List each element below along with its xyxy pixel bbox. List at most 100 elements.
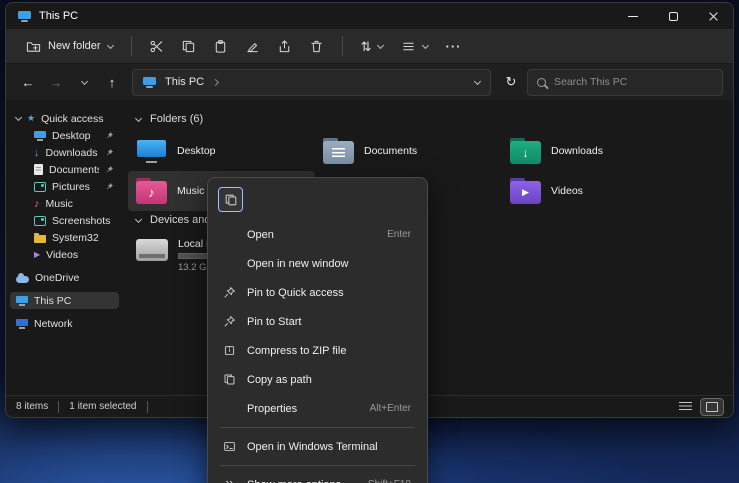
menu-item-compress-to-zip[interactable]: Compress to ZIP file	[214, 336, 421, 365]
breadcrumb[interactable]: This PC	[132, 69, 491, 96]
menu-item-open-in-windows-terminal[interactable]: Open in Windows Terminal	[214, 432, 421, 461]
see-more-button[interactable]: ···	[438, 33, 468, 59]
more-icon: ···	[445, 39, 461, 54]
search-input[interactable]	[554, 76, 713, 88]
chevron-down-icon	[80, 77, 87, 84]
rename-button[interactable]	[238, 33, 268, 59]
close-icon	[708, 11, 719, 22]
menu-icon-slot	[222, 401, 237, 416]
copy-button[interactable]	[174, 33, 204, 59]
search-icon	[537, 78, 546, 87]
sort-button[interactable]: ⇅	[353, 35, 392, 58]
pin-icon	[105, 131, 114, 140]
menu-separator	[220, 465, 415, 466]
sidebar-item-music[interactable]: ♪ Music	[10, 195, 119, 212]
sidebar-item-this-pc[interactable]: This PC	[10, 292, 119, 309]
chevron-down-icon	[377, 41, 384, 48]
sidebar-item-downloads[interactable]: ↓ Downloads	[10, 144, 119, 161]
breadcrumb-location[interactable]: This PC	[165, 76, 204, 88]
menu-item-pin-to-quick-access[interactable]: Pin to Quick access	[214, 278, 421, 307]
details-view-button[interactable]	[674, 399, 697, 415]
network-icon	[16, 319, 28, 329]
maximize-button[interactable]	[653, 3, 693, 29]
folders-header-label: Folders (6)	[150, 113, 203, 125]
minimize-button[interactable]	[613, 3, 653, 29]
delete-button[interactable]	[302, 33, 332, 59]
sidebar-item-onedrive[interactable]: OneDrive	[10, 269, 119, 286]
menu-item-open[interactable]: Open Enter	[214, 220, 421, 249]
menu-item-properties[interactable]: Properties Alt+Enter	[214, 394, 421, 423]
sidebar-item-documents[interactable]: Documents	[10, 161, 119, 178]
maximize-icon	[669, 12, 678, 21]
address-dropdown-icon[interactable]	[474, 77, 481, 84]
sidebar-label: Quick access	[41, 113, 103, 125]
videos-folder-icon: ▶	[510, 178, 541, 204]
chevron-right-icon[interactable]	[212, 78, 219, 85]
address-bar: ← → ↑ This PC ↻	[6, 64, 733, 100]
item-count: 8 items	[16, 401, 48, 412]
back-button[interactable]: ←	[16, 69, 40, 95]
view-button[interactable]	[393, 34, 436, 59]
video-icon: ▶	[34, 250, 40, 259]
context-copy-button[interactable]	[218, 187, 243, 212]
title-bar[interactable]: This PC	[6, 3, 733, 29]
rename-icon	[245, 39, 260, 54]
desktop-folder-icon	[136, 138, 167, 164]
zip-icon	[222, 343, 237, 358]
sidebar-item-desktop[interactable]: Desktop	[10, 127, 119, 144]
sidebar-item-system32[interactable]: System32	[10, 229, 119, 246]
documents-folder-icon	[323, 138, 354, 164]
context-menu: Open Enter Open in new window Pin to Qui…	[207, 177, 428, 483]
menu-item-pin-to-start[interactable]: Pin to Start	[214, 307, 421, 336]
folders-section-header[interactable]: Folders (6)	[136, 110, 729, 128]
up-button[interactable]: ↑	[100, 69, 124, 95]
hard-drive-icon	[136, 239, 168, 261]
sidebar-item-screenshots[interactable]: Screenshots	[10, 212, 119, 229]
large-icons-view-icon	[706, 402, 718, 412]
folder-tile-downloads[interactable]: ↓ Downloads	[502, 131, 689, 171]
menu-item-copy-as-path[interactable]: Copy as path	[214, 365, 421, 394]
sidebar-item-pictures[interactable]: Pictures	[10, 178, 119, 195]
share-icon	[277, 39, 292, 54]
menu-item-open-in-new-window[interactable]: Open in new window	[214, 249, 421, 278]
search-box[interactable]	[527, 69, 723, 96]
menu-shortcut: Alt+Enter	[370, 403, 411, 414]
menu-separator	[220, 427, 415, 428]
chevron-down-icon	[135, 215, 142, 222]
sidebar-item-videos[interactable]: ▶ Videos	[10, 246, 119, 263]
toolbar-separator	[342, 36, 343, 56]
window-title: This PC	[39, 10, 78, 22]
status-divider	[147, 401, 148, 413]
back-icon: ←	[22, 75, 35, 90]
copy-icon	[181, 39, 196, 54]
folder-tile-desktop[interactable]: Desktop	[128, 131, 315, 171]
menu-shortcut: Shift+F10	[368, 479, 411, 483]
close-button[interactable]	[693, 3, 733, 29]
details-view-icon	[679, 402, 692, 412]
folder-tile-documents[interactable]: Documents	[315, 131, 502, 171]
share-button[interactable]	[270, 33, 300, 59]
refresh-button[interactable]: ↻	[499, 69, 523, 95]
picture-icon	[34, 182, 46, 192]
new-folder-button[interactable]: New folder	[18, 34, 121, 59]
menu-item-show-more-options[interactable]: Show more options Shift+F10	[214, 470, 421, 483]
pin-icon	[105, 165, 114, 174]
pin-icon	[222, 314, 237, 329]
toolbar-separator	[131, 36, 132, 56]
forward-button[interactable]: →	[44, 69, 68, 95]
minimize-icon	[628, 16, 638, 17]
sidebar-item-network[interactable]: Network	[10, 315, 119, 332]
large-icons-view-button[interactable]	[701, 399, 723, 415]
downloads-folder-icon: ↓	[510, 138, 541, 164]
folder-tile-videos[interactable]: ▶ Videos	[502, 171, 689, 211]
paste-button[interactable]	[206, 33, 236, 59]
chevron-down-icon	[135, 114, 142, 121]
music-icon: ♪	[34, 198, 40, 210]
desktop-wallpaper: This PC New folder	[0, 0, 739, 483]
recent-locations-button[interactable]	[72, 69, 96, 95]
pin-icon	[222, 285, 237, 300]
cut-button[interactable]	[142, 33, 172, 59]
sidebar-section-quick-access[interactable]: ★ Quick access	[10, 110, 119, 127]
this-pc-icon	[16, 296, 28, 306]
command-bar: New folder ⇅	[6, 29, 733, 64]
